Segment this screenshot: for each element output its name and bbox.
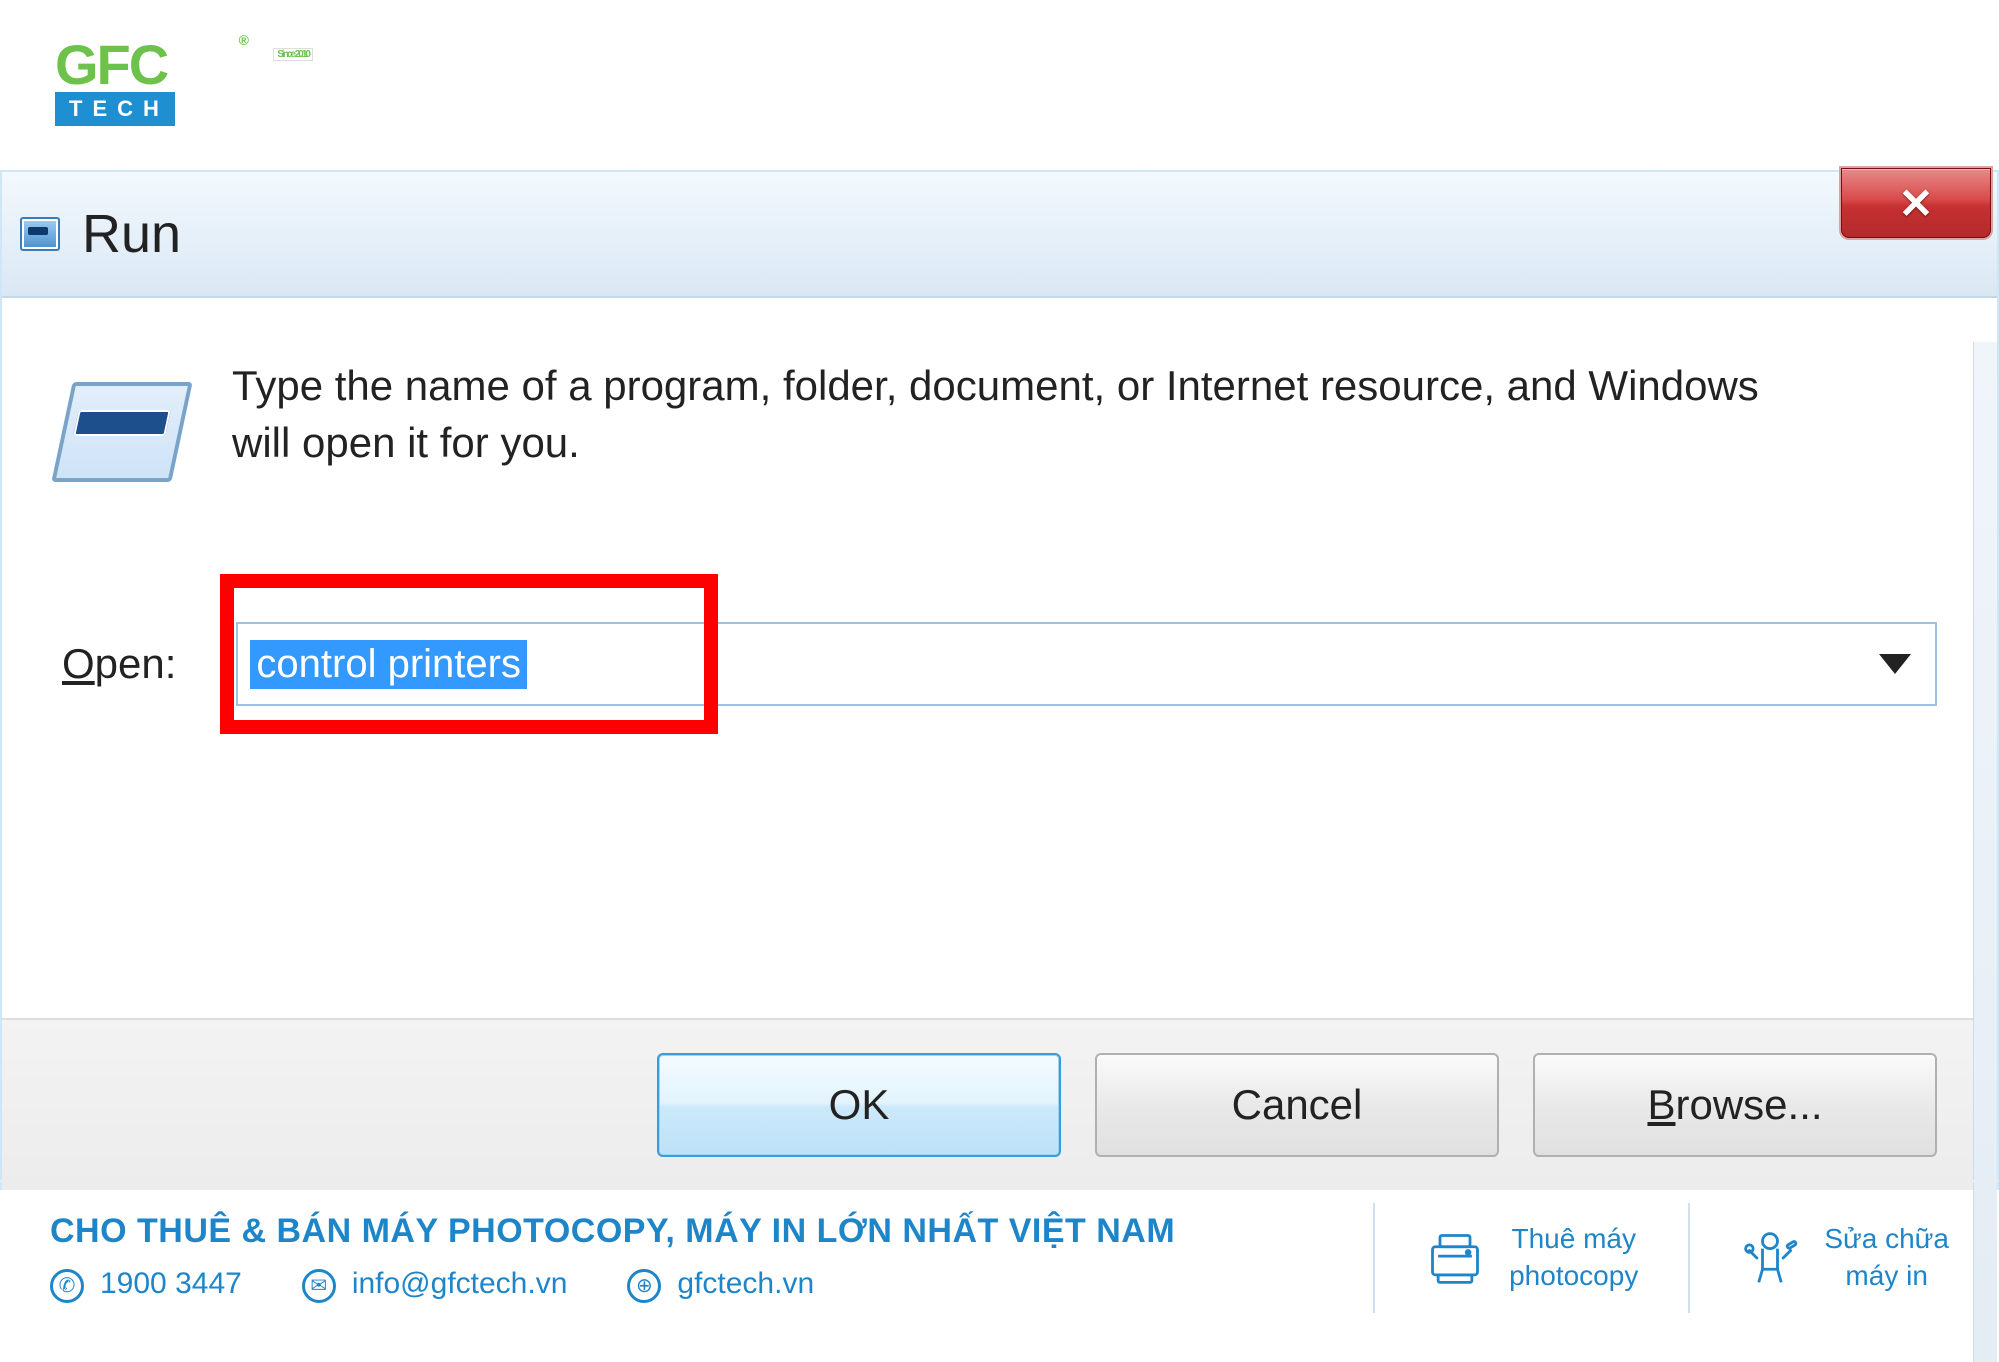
- footer-rent-label: Thuê máy photocopy: [1509, 1221, 1638, 1294]
- footer-rent-line2: photocopy: [1509, 1258, 1638, 1294]
- run-icon: [20, 217, 60, 251]
- footer-rent-block[interactable]: Thuê máy photocopy: [1425, 1221, 1638, 1294]
- open-label-accel: O: [62, 640, 95, 687]
- globe-icon: ⊕: [627, 1269, 661, 1303]
- open-label: Open:: [62, 640, 176, 688]
- footer-phone-text: 1900 3447: [100, 1267, 242, 1300]
- logo-top: GFC ® Since 2010: [55, 40, 235, 90]
- footer-divider: [1373, 1203, 1375, 1313]
- window-title: Run: [82, 203, 181, 265]
- open-input-value[interactable]: control printers: [250, 640, 527, 689]
- footer-repair-line1: Sửa chữa: [1824, 1221, 1949, 1257]
- open-label-rest: pen:: [95, 640, 177, 687]
- close-icon: ✕: [1898, 179, 1933, 228]
- cancel-button-label: Cancel: [1232, 1081, 1363, 1129]
- instruction-text: Type the name of a program, folder, docu…: [232, 358, 1792, 471]
- footer-repair-label: Sửa chữa máy in: [1824, 1221, 1949, 1294]
- logo-bottom: TECH: [55, 92, 175, 126]
- repair-icon: [1740, 1228, 1800, 1288]
- run-dialog: Run ✕ Type the name of a program, folder…: [0, 170, 1999, 1190]
- logo-since: Since 2010: [273, 48, 313, 61]
- close-button[interactable]: ✕: [1841, 168, 1991, 238]
- footer-left: CHO THUÊ & BÁN MÁY PHOTOCOPY, MÁY IN LỚN…: [50, 1212, 1323, 1302]
- ok-button[interactable]: OK: [657, 1053, 1061, 1157]
- browse-button-label: Browse...: [1647, 1081, 1822, 1129]
- logo-trademark: ®: [239, 34, 247, 47]
- footer-phone[interactable]: ✆ 1900 3447: [50, 1267, 242, 1302]
- cancel-button[interactable]: Cancel: [1095, 1053, 1499, 1157]
- dialog-body: Type the name of a program, folder, docu…: [2, 298, 1997, 1018]
- open-combobox[interactable]: control printers: [236, 622, 1937, 706]
- brand-logo: GFC ® Since 2010 TECH: [55, 40, 235, 126]
- envelope-icon: ✉: [302, 1269, 336, 1303]
- footer-repair-line2: máy in: [1824, 1258, 1949, 1294]
- footer-email[interactable]: ✉ info@gfctech.vn: [302, 1267, 568, 1302]
- footer-tagline: CHO THUÊ & BÁN MÁY PHOTOCOPY, MÁY IN LỚN…: [50, 1212, 1323, 1251]
- footer-website-text: gfctech.vn: [677, 1267, 814, 1300]
- page-footer: CHO THUÊ & BÁN MÁY PHOTOCOPY, MÁY IN LỚN…: [0, 1180, 1999, 1333]
- titlebar[interactable]: Run ✕: [2, 172, 1997, 298]
- ok-button-label: OK: [829, 1081, 890, 1129]
- logo-brand-text: GFC: [55, 33, 167, 96]
- run-large-icon: [62, 382, 182, 482]
- footer-email-text: info@gfctech.vn: [352, 1267, 568, 1300]
- footer-website[interactable]: ⊕ gfctech.vn: [627, 1267, 814, 1302]
- dialog-button-bar: OK Cancel Browse...: [2, 1018, 1997, 1190]
- chevron-down-icon[interactable]: [1879, 654, 1911, 674]
- footer-rent-line1: Thuê máy: [1509, 1221, 1638, 1257]
- browse-button[interactable]: Browse...: [1533, 1053, 1937, 1157]
- copier-icon: [1425, 1228, 1485, 1288]
- footer-repair-block[interactable]: Sửa chữa máy in: [1740, 1221, 1949, 1294]
- footer-divider-2: [1688, 1203, 1690, 1313]
- phone-icon: ✆: [50, 1269, 84, 1303]
- footer-contacts: ✆ 1900 3447 ✉ info@gfctech.vn ⊕ gfctech.vn: [50, 1267, 1323, 1302]
